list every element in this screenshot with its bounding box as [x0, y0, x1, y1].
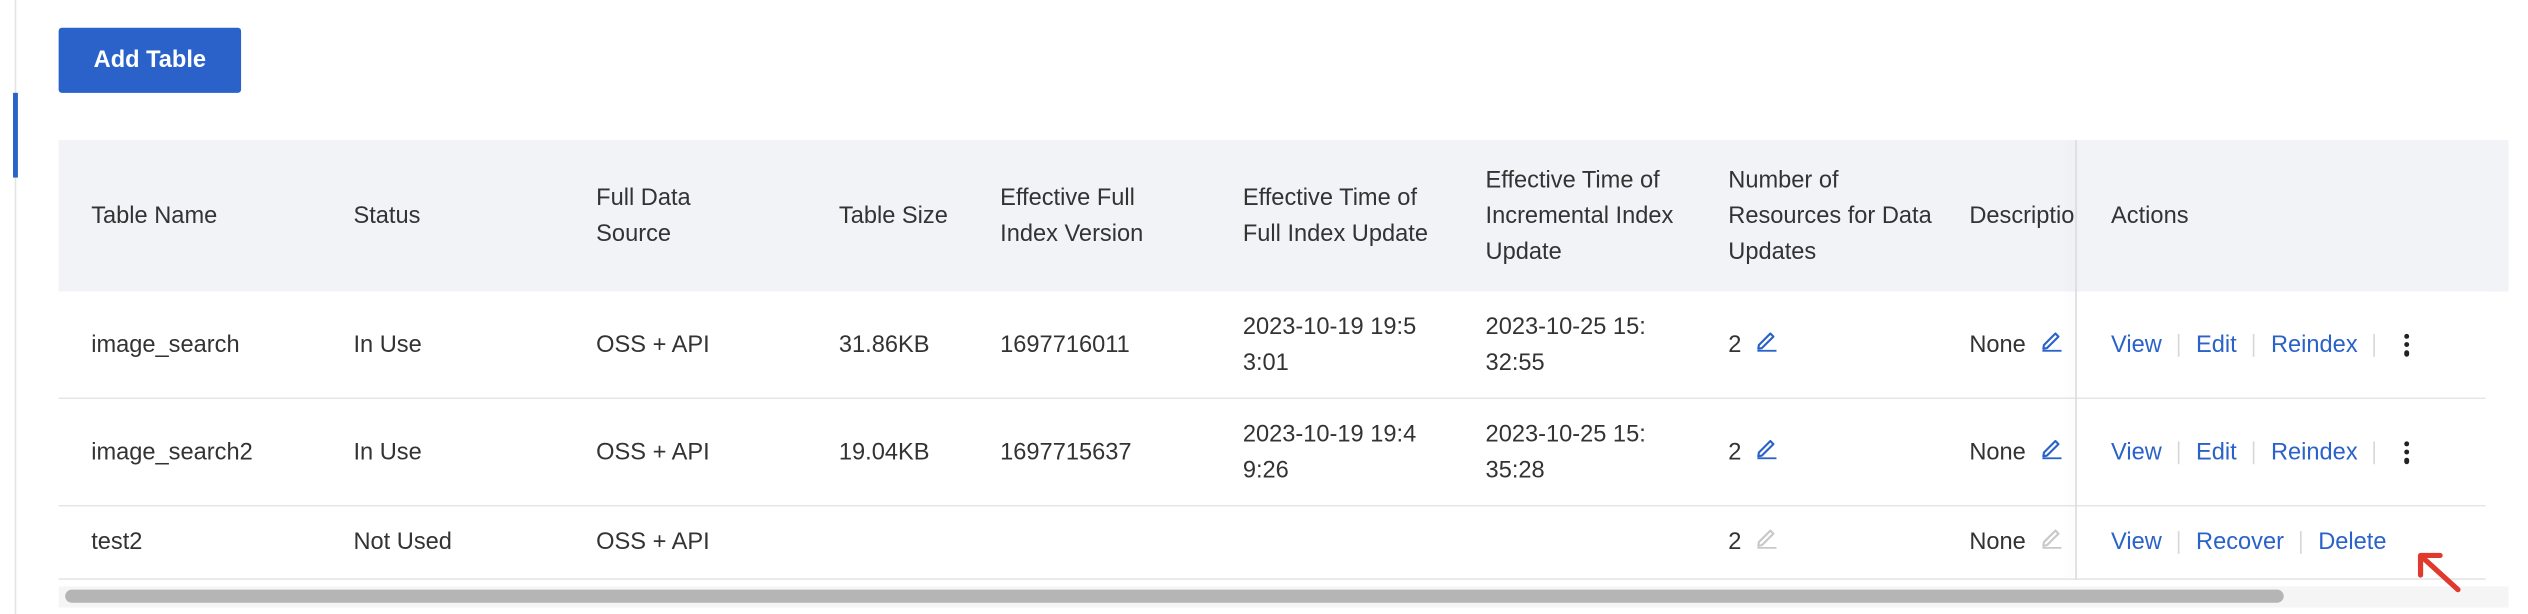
edit-description-icon[interactable] — [2039, 327, 2063, 363]
edit-description-icon[interactable] — [2039, 434, 2063, 470]
column-header-full-index-version: Effective Full Index Version — [1000, 184, 1144, 247]
size-cell: 19.04KB — [838, 438, 930, 466]
column-header-incremental-index-time: Effective Time of Incremental Index Upda… — [1485, 166, 1674, 265]
resources-cell: 2 — [1728, 399, 1779, 505]
edit-resources-icon-disabled — [1754, 525, 1778, 561]
resources-value: 2 — [1728, 529, 1742, 556]
edit-link[interactable]: Edit — [2196, 327, 2237, 363]
incremental-time-cell: 2023-10-25 15:32:55 — [1485, 313, 1646, 376]
column-header-status: Status — [353, 202, 421, 229]
status-cell: Not Used — [353, 529, 452, 556]
full-time-cell: 2023-10-19 19:49:26 — [1242, 421, 1417, 483]
column-header-table-size: Table Size — [838, 202, 948, 229]
description-cell: None — [1969, 507, 2063, 579]
recover-link[interactable]: Recover — [2196, 525, 2284, 561]
column-header-full-data-source: Full Data Source — [596, 184, 691, 247]
column-header-resources: Number of Resources for Data Updates — [1728, 166, 1932, 265]
size-cell: 31.86KB — [838, 331, 930, 358]
version-cell: 1697715637 — [1000, 438, 1132, 466]
column-header-actions: Actions — [2111, 202, 2189, 229]
page: Add Table Table Name Status Full Data So… — [0, 0, 2528, 614]
edit-resources-icon[interactable] — [1754, 327, 1778, 363]
status-cell: In Use — [353, 331, 422, 358]
fixed-column-shadow — [2075, 140, 2077, 580]
view-link[interactable]: View — [2111, 434, 2162, 470]
actions-cell: View Recover Delete — [2111, 507, 2386, 579]
column-header-full-index-time: Effective Time of Full Index Update — [1242, 184, 1428, 247]
more-actions-icon[interactable] — [2402, 333, 2412, 356]
full-time-cell: 2023-10-19 19:53:01 — [1242, 313, 1417, 376]
resources-cell: 2 — [1728, 292, 1779, 398]
table-name-cell: image_search — [91, 331, 240, 358]
resources-cell: 2 — [1728, 507, 1779, 579]
resources-value: 2 — [1728, 438, 1742, 466]
delete-link[interactable]: Delete — [2318, 525, 2386, 561]
table-row: test2 Not Used OSS + API 2 None View Rec… — [58, 506, 2486, 580]
description-cell: None — [1969, 399, 2063, 505]
edit-resources-icon[interactable] — [1754, 434, 1778, 470]
annotation-arrow-icon — [2417, 552, 2461, 593]
left-active-indicator — [13, 92, 18, 178]
source-cell: OSS + API — [596, 529, 710, 556]
actions-cell: View Edit Reindex — [2111, 292, 2411, 398]
table-row: image_search In Use OSS + API 31.86KB 16… — [58, 291, 2486, 400]
action-separator — [2178, 333, 2180, 356]
action-separator — [2300, 531, 2302, 554]
view-link[interactable]: View — [2111, 525, 2162, 561]
column-header-description: Descriptio — [1969, 202, 2075, 229]
action-separator — [2178, 440, 2180, 464]
reindex-link[interactable]: Reindex — [2271, 434, 2358, 470]
resources-value: 2 — [1728, 331, 1742, 358]
table-name-cell: test2 — [91, 529, 143, 556]
table-header: Table Name Status Full Data Source Table… — [58, 140, 2509, 292]
description-value: None — [1969, 438, 2026, 466]
source-cell: OSS + API — [596, 331, 710, 358]
edit-description-icon-disabled — [2039, 525, 2063, 561]
add-table-button[interactable]: Add Table — [58, 27, 242, 93]
source-cell: OSS + API — [596, 438, 710, 466]
action-separator — [2373, 440, 2376, 464]
action-separator — [2178, 531, 2180, 554]
table-name-cell: image_search2 — [91, 438, 253, 466]
description-value: None — [1969, 529, 2026, 556]
more-actions-icon[interactable] — [2402, 440, 2412, 464]
reindex-link[interactable]: Reindex — [2271, 327, 2358, 363]
action-separator — [2373, 333, 2376, 356]
version-cell: 1697716011 — [1000, 331, 1130, 358]
edit-link[interactable]: Edit — [2196, 434, 2237, 470]
description-value: None — [1969, 331, 2026, 358]
status-cell: In Use — [353, 438, 422, 466]
description-cell: None — [1969, 292, 2063, 398]
action-separator — [2253, 440, 2255, 464]
view-link[interactable]: View — [2111, 327, 2162, 363]
action-separator — [2253, 333, 2255, 356]
table-row: image_search2 In Use OSS + API 19.04KB 1… — [58, 399, 2486, 507]
actions-cell: View Edit Reindex — [2111, 399, 2411, 505]
horizontal-scrollbar-thumb[interactable] — [65, 589, 2284, 603]
incremental-time-cell: 2023-10-25 15:35:28 — [1485, 421, 1646, 483]
column-header-table-name: Table Name — [91, 202, 218, 229]
